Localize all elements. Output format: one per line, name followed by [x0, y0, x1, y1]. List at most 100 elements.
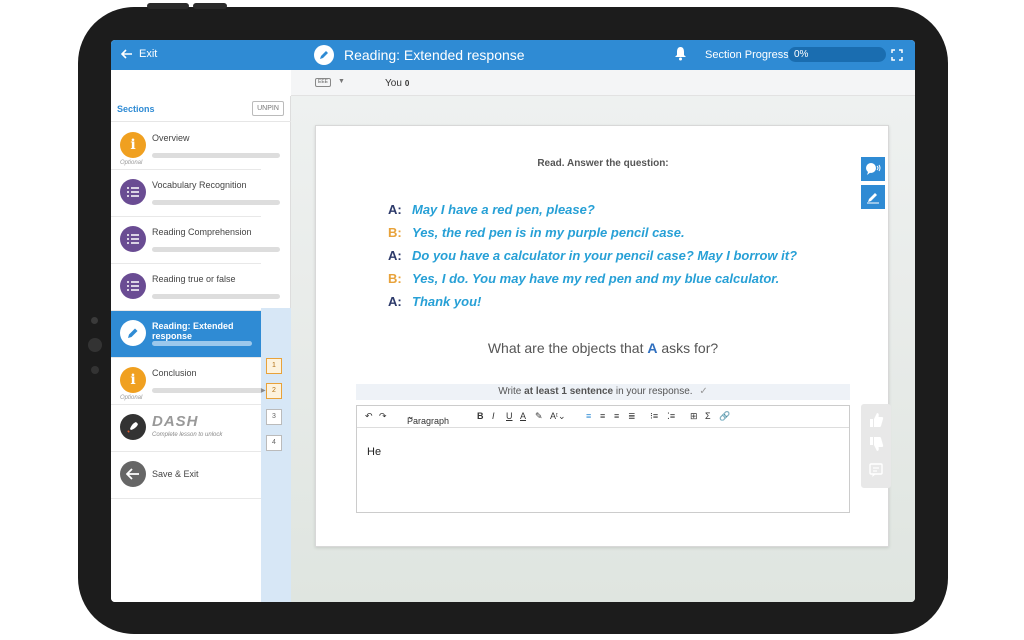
info-icon: i — [120, 367, 146, 393]
question-speaker: A — [647, 340, 658, 356]
dialogue-line: A: Do you have a calculator in your penci… — [388, 248, 797, 263]
align-center-icon[interactable]: ≡ — [600, 411, 605, 421]
underline-icon[interactable]: U — [506, 411, 513, 421]
sidebar-item-dash[interactable]: DASH Complete lesson to unlock — [111, 405, 261, 452]
speaker-label: A: — [388, 248, 402, 263]
align-justify-icon[interactable]: ≣ — [628, 411, 636, 422]
question-prefix: What are the objects that — [487, 340, 644, 356]
page-number[interactable]: 3 — [266, 409, 282, 425]
section-progress-value: 0% — [794, 49, 809, 60]
numbered-list-icon[interactable]: ⁝≡ — [650, 411, 658, 422]
link-icon[interactable]: 🔗 — [719, 411, 730, 422]
checklist-icon — [120, 179, 146, 205]
editor-content[interactable]: He — [367, 446, 381, 458]
exit-label: Exit — [139, 48, 158, 60]
sidebar-item-label: Reading Comprehension — [152, 227, 252, 237]
current-page-arrow: ▶ — [261, 388, 266, 394]
tablet-button — [193, 3, 227, 9]
progress-track — [152, 200, 280, 205]
dialogue-text: Yes, the red pen is in my purple pencil … — [412, 225, 685, 240]
speech-icon[interactable] — [861, 157, 885, 181]
font-color-icon[interactable]: A — [520, 411, 526, 421]
section-progress-label: Section Progress: — [705, 49, 792, 61]
progress-track — [152, 341, 252, 346]
dialogue-line: B: Yes, I do. You may have my red pen and… — [388, 271, 779, 286]
user-count: 0 — [404, 79, 410, 88]
bullet-list-icon[interactable]: ⁚≡ — [667, 411, 675, 422]
sidebar-item-label: Conclusion — [152, 368, 197, 378]
fullscreen-icon[interactable] — [891, 48, 903, 66]
sidebar-item-label: Reading true or false — [152, 274, 236, 284]
speaker-label: A: — [388, 294, 402, 309]
tablet-button — [147, 3, 189, 9]
thumbs-down-icon[interactable] — [868, 436, 884, 457]
unpin-button[interactable]: UNPIN — [252, 101, 284, 116]
highlight-icon[interactable]: ✎ — [535, 411, 543, 422]
tablet-sensor — [91, 366, 99, 374]
annotate-icon[interactable] — [861, 185, 885, 209]
align-left-icon[interactable]: ≡ — [586, 411, 591, 421]
check-icon: ✓ — [699, 386, 708, 397]
tablet-camera — [91, 317, 98, 324]
speaker-label: B: — [388, 225, 402, 240]
page-indicator: 1 ▶ 2 3 4 — [261, 308, 291, 602]
sidebar-item-conclusion[interactable]: i Conclusion Optional — [111, 358, 280, 405]
bold-icon[interactable]: B — [477, 411, 484, 421]
progress-track — [152, 153, 280, 158]
info-icon: i — [120, 132, 146, 158]
sidebar-heading: Sections — [117, 104, 155, 114]
dialogue-text: Yes, I do. You may have my red pen and m… — [412, 271, 780, 286]
exit-button[interactable]: Exit — [121, 48, 157, 60]
page-title-group: Reading: Extended response — [314, 45, 525, 65]
progress-track — [152, 294, 280, 299]
progress-track — [152, 247, 280, 252]
sidebar-item-label: Vocabulary Recognition — [152, 180, 247, 190]
chevron-down-icon[interactable]: ▼ — [338, 78, 345, 85]
sidebar-item-true-false[interactable]: Reading true or false — [111, 264, 280, 311]
page-number[interactable]: 4 — [266, 435, 282, 451]
text-size-icon[interactable]: Aᵗ⌄ — [550, 411, 566, 422]
checklist-icon — [120, 226, 146, 252]
sidebar-item-extended-response[interactable]: Reading: Extended response — [111, 311, 261, 358]
sidebar-item-comprehension[interactable]: Reading Comprehension — [111, 217, 280, 264]
response-hint: Write at least 1 sentence in your respon… — [356, 384, 850, 400]
redo-icon[interactable]: ↷ — [379, 411, 387, 422]
align-right-icon[interactable]: ≡ — [614, 411, 619, 421]
page-number[interactable]: 2 — [266, 383, 282, 399]
equation-icon[interactable]: Σ — [705, 411, 711, 421]
table-icon[interactable]: ⊞ — [690, 411, 698, 422]
sub-toolbar: EEE ▼ You 0 — [291, 70, 915, 96]
comment-icon[interactable] — [868, 462, 884, 483]
save-exit-button[interactable]: Save & Exit — [111, 452, 261, 499]
sections-sidebar: Sections UNPIN i Overview Optional Vocab… — [111, 96, 291, 602]
paragraph-select[interactable]: Paragraph ⌄ — [407, 411, 449, 426]
thumbs-up-icon[interactable] — [868, 412, 884, 433]
dash-logo: DASH — [152, 413, 199, 430]
sidebar-item-label: Overview — [152, 133, 190, 143]
hint-prefix: Write — [498, 386, 522, 397]
optional-tag: Optional — [120, 395, 143, 401]
italic-icon[interactable]: I — [492, 411, 495, 421]
hint-requirement: at least 1 sentence — [524, 386, 614, 397]
sidebar-item-vocabulary[interactable]: Vocabulary Recognition — [111, 170, 280, 217]
unlock-hint: Complete lesson to unlock — [152, 432, 223, 438]
dialogue-text: Do you have a calculator in your pencil … — [412, 248, 798, 263]
pencil-icon — [120, 320, 146, 346]
speaker-label: A: — [388, 202, 402, 217]
speaker-label: B: — [388, 271, 402, 286]
undo-icon[interactable]: ↶ — [365, 411, 373, 422]
sidebar-item-overview[interactable]: i Overview Optional — [111, 123, 280, 170]
response-editor[interactable]: ↶ ↷ Paragraph ⌄ B I U A ✎ Aᵗ⌄ ≡ ≡ ≡ ≣ ⁝≡… — [356, 405, 850, 513]
dialogue-text: Thank you! — [412, 294, 482, 309]
keyboard-icon[interactable]: EEE — [315, 78, 331, 87]
sidebar-item-label: Save & Exit — [152, 469, 199, 479]
hint-suffix: in your response. — [615, 386, 693, 397]
bell-icon[interactable] — [674, 46, 687, 66]
page-number[interactable]: 1 — [266, 358, 282, 374]
arrow-left-icon — [121, 49, 132, 59]
pencil-icon — [314, 45, 334, 65]
feedback-panel — [861, 404, 891, 488]
instruction-text: Read. Answer the question: — [537, 158, 669, 169]
page-title: Reading: Extended response — [344, 47, 525, 63]
arrow-left-icon — [120, 461, 146, 487]
